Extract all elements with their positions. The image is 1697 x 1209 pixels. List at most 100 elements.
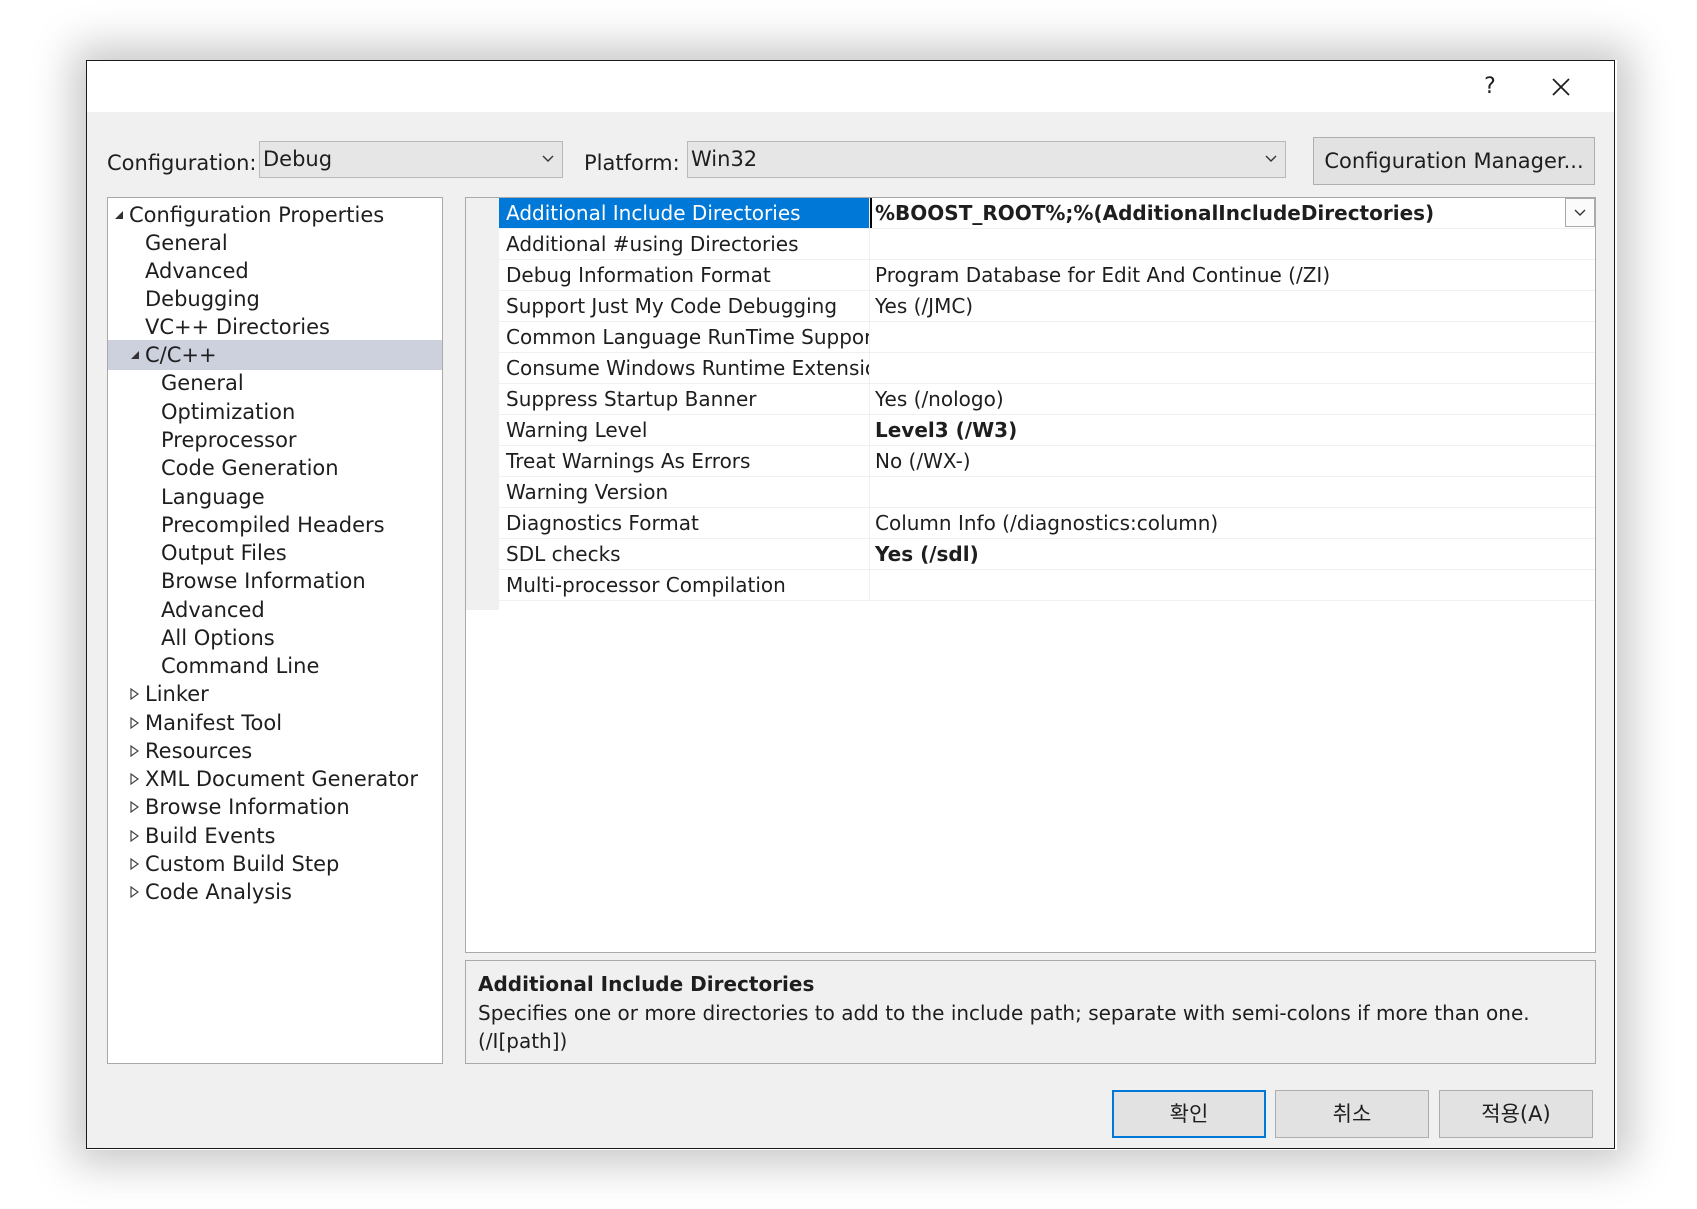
property-value-input[interactable]: %BOOST_ROOT%;%(AdditionalIncludeDirector…	[870, 198, 1595, 228]
description-title: Additional Include Directories	[478, 972, 815, 996]
property-row[interactable]: SDL checks Yes (/sdl)	[499, 539, 1595, 570]
property-grid[interactable]: Additional Include Directories %BOOST_RO…	[465, 197, 1596, 953]
property-value: Program Database for Edit And Continue (…	[875, 263, 1331, 287]
tree-node-cpp-child[interactable]: General	[108, 368, 442, 398]
property-row[interactable]: Suppress Startup Banner Yes (/nologo)	[499, 384, 1595, 415]
platform-value: Win32	[691, 147, 758, 171]
description-text: Specifies one or more directories to add…	[478, 1001, 1530, 1053]
close-button[interactable]	[1531, 61, 1591, 112]
property-row[interactable]: Diagnostics Format Column Info (/diagnos…	[499, 508, 1595, 539]
collapsed-arrow-icon	[130, 886, 140, 898]
tree-node-vc-directories[interactable]: VC++ Directories	[108, 312, 442, 342]
property-row[interactable]: Treat Warnings As Errors No (/WX-)	[499, 446, 1595, 477]
tree-node-label: VC++ Directories	[145, 315, 330, 339]
tree-node-general[interactable]: General	[108, 228, 442, 258]
tree-node-cpp-child[interactable]: Preprocessor	[108, 425, 442, 455]
ok-button[interactable]: 확인	[1112, 1090, 1266, 1138]
property-name: Additional #using Directories	[499, 229, 870, 259]
tree-node-code-analysis[interactable]: Code Analysis	[108, 877, 442, 907]
property-row[interactable]: Warning Level Level3 (/W3)	[499, 415, 1595, 446]
property-value: No (/WX-)	[875, 449, 971, 473]
tree-node-cpp-child[interactable]: Code Generation	[108, 453, 442, 483]
tree-node-resources[interactable]: Resources	[108, 736, 442, 766]
description-pane: Additional Include Directories Specifies…	[465, 960, 1596, 1064]
tree-node-label: XML Document Generator	[145, 767, 418, 791]
property-value: Level3 (/W3)	[875, 418, 1018, 442]
property-value	[872, 353, 1595, 383]
tree-node-cpp-child[interactable]: Browse Information	[108, 566, 442, 596]
property-value	[872, 477, 1595, 507]
property-value: Yes (/JMC)	[875, 294, 974, 318]
tree-node-linker[interactable]: Linker	[108, 679, 442, 709]
tree-node-label: Code Generation	[161, 456, 339, 480]
tree-node-label: Configuration Properties	[129, 203, 385, 227]
platform-dropdown[interactable]: Win32	[687, 141, 1286, 178]
tree-node-debugging[interactable]: Debugging	[108, 284, 442, 314]
grid-gutter	[466, 198, 499, 610]
tree-node-configuration-properties[interactable]: Configuration Properties	[108, 200, 442, 230]
property-name: Warning Level	[499, 415, 870, 445]
property-dropdown-button[interactable]	[1565, 198, 1595, 227]
close-icon	[1552, 77, 1570, 96]
tree-node-cpp-child[interactable]: Language	[108, 482, 442, 512]
tree-node-label: Language	[161, 485, 265, 509]
collapsed-arrow-icon	[130, 801, 140, 813]
property-row[interactable]: Additional Include Directories %BOOST_RO…	[499, 198, 1595, 229]
tree-node-label: Manifest Tool	[145, 711, 283, 735]
tree-node-cpp[interactable]: C/C++	[108, 340, 442, 370]
property-name: Multi-processor Compilation	[499, 570, 870, 600]
tree-node-cpp-child[interactable]: Advanced	[108, 595, 442, 625]
chevron-down-icon	[1574, 209, 1586, 216]
cancel-button[interactable]: 취소	[1275, 1090, 1429, 1138]
platform-label: Platform:	[584, 151, 680, 175]
property-row[interactable]: Debug Information Format Program Databas…	[499, 260, 1595, 291]
tree-node-cpp-child[interactable]: All Options	[108, 623, 442, 653]
tree-node-custom-build-step[interactable]: Custom Build Step	[108, 849, 442, 879]
tree-node-cpp-child[interactable]: Command Line	[108, 651, 442, 681]
property-pages-dialog: ? Configuration: Debug Platform: Win32 C…	[86, 60, 1615, 1149]
property-row[interactable]: Support Just My Code Debugging Yes (/JMC…	[499, 291, 1595, 322]
configuration-label: Configuration:	[107, 151, 257, 175]
apply-button[interactable]: 적용(A)	[1439, 1090, 1593, 1138]
tree-node-label: Output Files	[161, 541, 287, 565]
tree-node-manifest-tool[interactable]: Manifest Tool	[108, 708, 442, 738]
tree-node-label: Advanced	[145, 259, 249, 283]
tree-node-advanced[interactable]: Advanced	[108, 256, 442, 286]
property-value	[872, 570, 1595, 600]
property-row[interactable]: Additional #using Directories	[499, 229, 1595, 260]
tree-node-label: Advanced	[161, 598, 265, 622]
tree-node-cpp-child[interactable]: Output Files	[108, 538, 442, 568]
tree-node-label: All Options	[161, 626, 275, 650]
tree-node-cpp-child[interactable]: Optimization	[108, 397, 442, 427]
property-tree[interactable]: Configuration Properties General Advance…	[107, 197, 443, 1064]
collapsed-arrow-icon	[130, 830, 140, 842]
help-button[interactable]: ?	[1460, 61, 1520, 112]
property-row[interactable]: Consume Windows Runtime Extensio	[499, 353, 1595, 384]
tree-node-browse-information[interactable]: Browse Information	[108, 792, 442, 822]
property-row[interactable]: Warning Version	[499, 477, 1595, 508]
chevron-down-icon	[542, 155, 554, 162]
configuration-value: Debug	[263, 147, 333, 171]
tree-node-label: Optimization	[161, 400, 296, 424]
property-name: Common Language RunTime Suppor	[499, 322, 870, 352]
tree-node-build-events[interactable]: Build Events	[108, 821, 442, 851]
tree-node-xml-document-generator[interactable]: XML Document Generator	[108, 764, 442, 794]
property-name: Support Just My Code Debugging	[499, 291, 870, 321]
property-value	[872, 229, 1595, 259]
configuration-manager-button[interactable]: Configuration Manager...	[1313, 137, 1595, 185]
expanded-arrow-icon	[131, 351, 139, 359]
property-name: Consume Windows Runtime Extensio	[499, 353, 870, 383]
tree-node-label: Browse Information	[145, 795, 350, 819]
tree-node-label: Code Analysis	[145, 880, 292, 904]
collapsed-arrow-icon	[130, 745, 140, 757]
property-name: Additional Include Directories	[499, 198, 870, 228]
property-value: Yes (/nologo)	[875, 387, 1004, 411]
property-name: Diagnostics Format	[499, 508, 870, 538]
configuration-dropdown[interactable]: Debug	[259, 141, 563, 178]
collapsed-arrow-icon	[130, 688, 140, 700]
tree-node-label: Debugging	[145, 287, 260, 311]
property-row[interactable]: Common Language RunTime Suppor	[499, 322, 1595, 353]
tree-node-cpp-child[interactable]: Precompiled Headers	[108, 510, 442, 540]
property-value	[872, 322, 1595, 352]
property-row[interactable]: Multi-processor Compilation	[499, 570, 1595, 601]
